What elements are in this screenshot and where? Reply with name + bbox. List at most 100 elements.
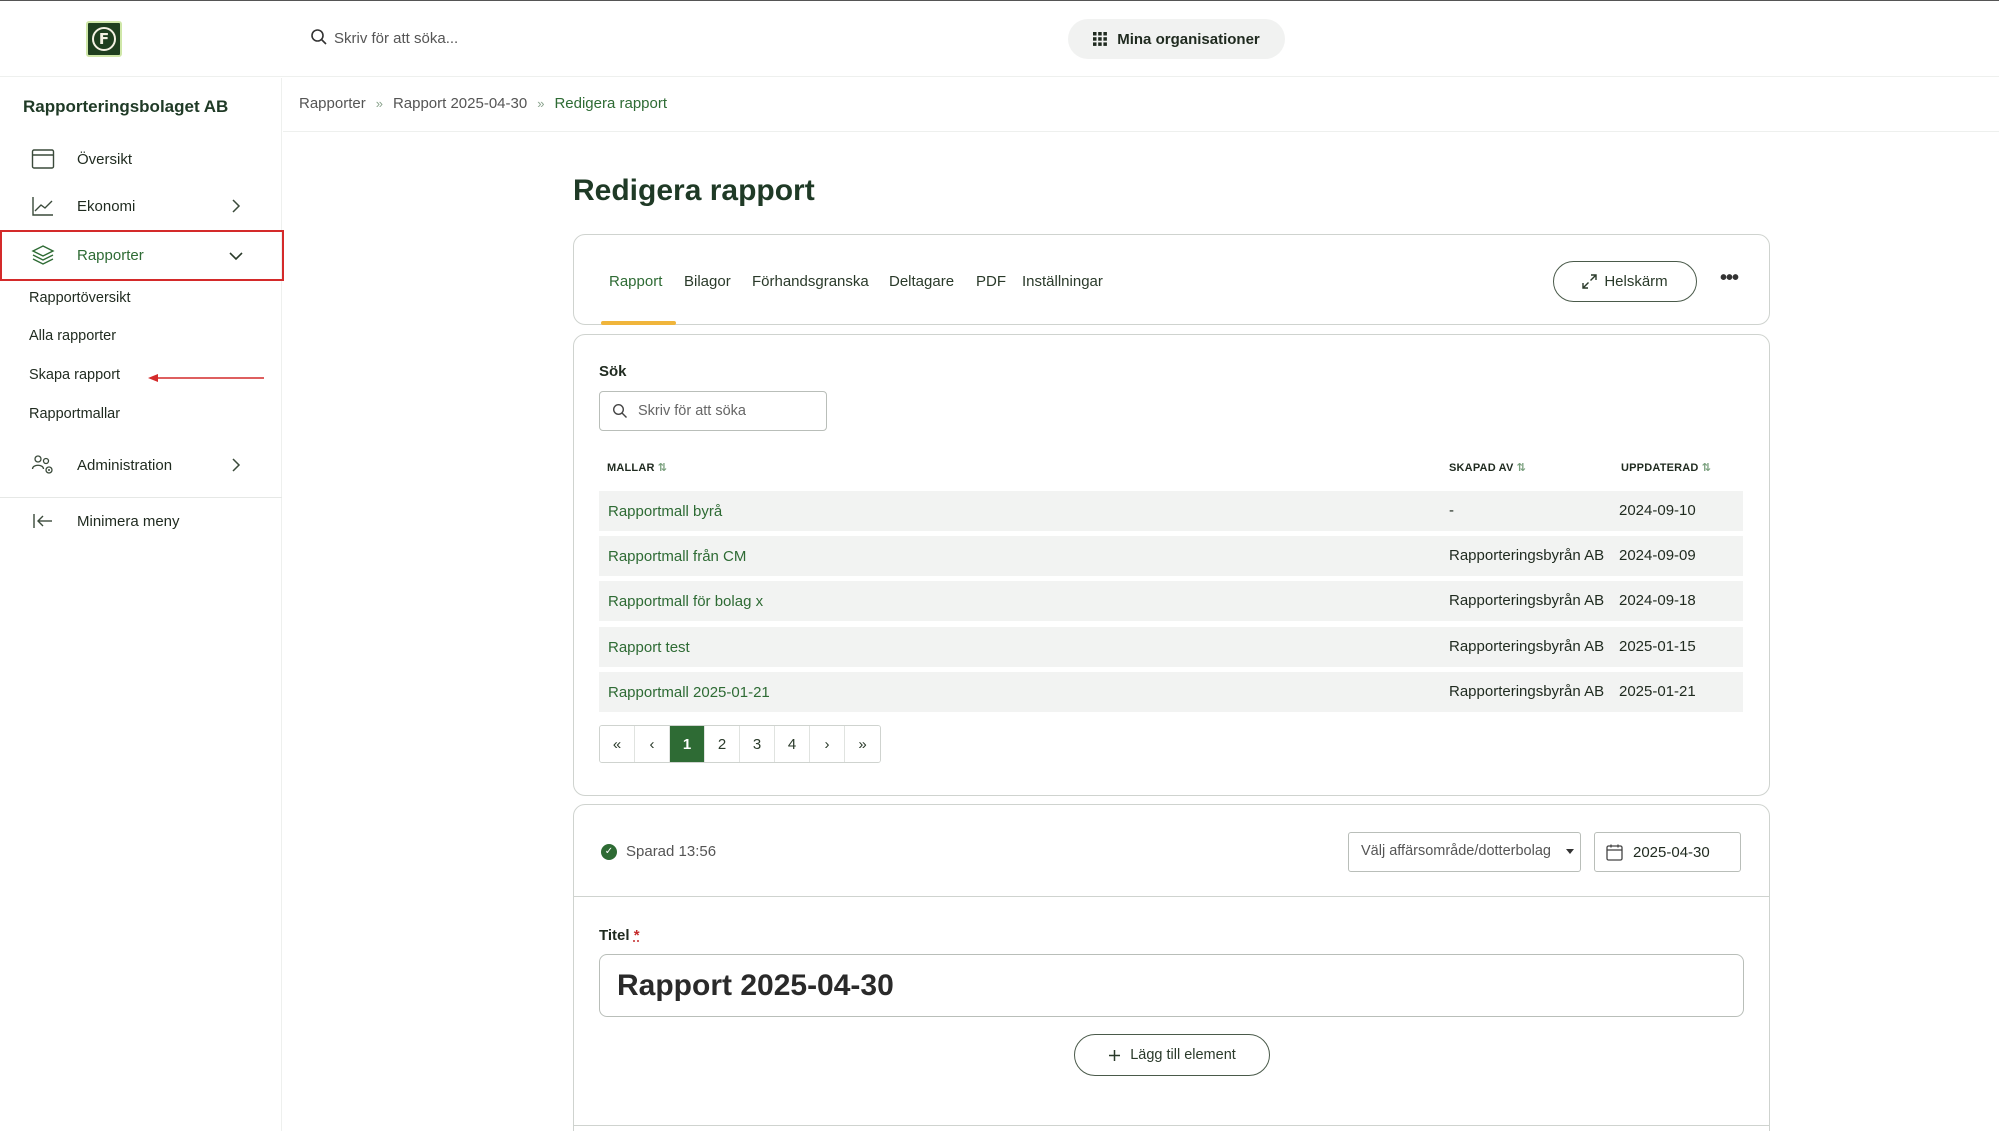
- sidebar-item-label: Ekonomi: [77, 197, 136, 215]
- sidebar-item-label: Administration: [77, 456, 173, 474]
- active-tab-indicator: [601, 321, 676, 325]
- template-created-by: Rapporteringsbyrån AB: [1449, 592, 1605, 609]
- template-updated: 2025-01-15: [1619, 638, 1696, 655]
- page-button-4[interactable]: 4: [775, 726, 810, 762]
- save-status-text: Sparad 13:56: [626, 843, 717, 860]
- sidebar-item-administration[interactable]: Administration: [0, 442, 282, 488]
- breadcrumb-link-rapport[interactable]: Rapport 2025-04-30: [393, 95, 527, 112]
- template-search-input[interactable]: [638, 400, 818, 422]
- expand-icon: [1582, 274, 1598, 289]
- sidebar-subitem-rapportmallar[interactable]: Rapportmallar: [29, 406, 120, 422]
- breadcrumb-link-rapporter[interactable]: Rapporter: [299, 95, 366, 112]
- minimize-menu-button[interactable]: Minimera meny: [0, 498, 282, 544]
- pagination: « ‹ 1 2 3 4 › »: [599, 725, 881, 763]
- page-button-3[interactable]: 3: [740, 726, 775, 762]
- breadcrumb-separator-icon: »: [375, 96, 383, 111]
- search-label: Sök: [599, 363, 627, 380]
- template-name[interactable]: Rapport test: [608, 639, 690, 656]
- breadcrumb-bar: Rapporter » Rapport 2025-04-30 » Rediger…: [283, 78, 1999, 132]
- organisation-name: Rapporteringsbolaget AB: [23, 97, 229, 116]
- report-date-value: 2025-04-30: [1633, 844, 1710, 861]
- template-updated: 2024-09-09: [1619, 547, 1696, 564]
- template-created-by: Rapporteringsbyrån AB: [1449, 638, 1605, 655]
- breadcrumb-current: Redigera rapport: [554, 95, 668, 112]
- title-field-label: Titel *: [599, 927, 640, 944]
- required-marker: *: [633, 927, 640, 944]
- breadcrumb-separator-icon: »: [537, 96, 545, 111]
- plus-icon: [1109, 1049, 1121, 1061]
- fullscreen-button[interactable]: Helskärm: [1553, 261, 1697, 302]
- page-button-2[interactable]: 2: [705, 726, 740, 762]
- previous-page-button[interactable]: ‹: [635, 726, 670, 762]
- sidebar-subitem-rapportoversikt[interactable]: Rapportöversikt: [29, 290, 131, 306]
- template-created-by: Rapporteringsbyrån AB: [1449, 547, 1605, 564]
- table-row[interactable]: Rapportmall byrå - 2024-09-10: [599, 491, 1743, 531]
- dropdown-caret-icon: [1566, 849, 1574, 854]
- page-title: Redigera rapport: [573, 174, 815, 207]
- breadcrumb: Rapporter » Rapport 2025-04-30 » Rediger…: [299, 95, 667, 112]
- column-header-uppdaterad[interactable]: UPPDATERAD ⇅: [1621, 461, 1711, 474]
- my-organisations-button[interactable]: Mina organisationer: [1068, 19, 1285, 59]
- template-name[interactable]: Rapportmall byrå: [608, 503, 722, 520]
- template-search-field[interactable]: [599, 391, 827, 431]
- table-row[interactable]: Rapportmall för bolag x Rapporteringsbyr…: [599, 581, 1743, 621]
- save-status: ✓ Sparad 13:56: [601, 843, 716, 860]
- my-organisations-label: Mina organisationer: [1117, 30, 1260, 48]
- column-header-skapad-av[interactable]: SKAPAD AV ⇅: [1449, 461, 1526, 474]
- tab-forhandsgranska[interactable]: Förhandsgranska: [752, 273, 869, 290]
- sidebar-item-ekonomi[interactable]: Ekonomi: [0, 183, 282, 229]
- check-circle-icon: ✓: [601, 843, 617, 860]
- column-header-mallar[interactable]: MALLAR ⇅: [607, 461, 667, 474]
- app-logo[interactable]: F: [86, 21, 122, 57]
- templates-card: Sök MALLAR⇅ SKAPAD AV⇅ UPPDATERAD⇅ Rappo…: [573, 334, 1770, 796]
- template-name[interactable]: Rapportmall för bolag x: [608, 593, 763, 610]
- tab-installningar[interactable]: Inställningar: [1022, 273, 1103, 290]
- tab-deltagare[interactable]: Deltagare: [889, 273, 954, 290]
- template-updated: 2024-09-10: [1619, 502, 1696, 519]
- add-element-button[interactable]: Lägg till element: [1074, 1034, 1270, 1076]
- report-date-picker[interactable]: 2025-04-30: [1594, 832, 1741, 872]
- next-page-button[interactable]: ›: [810, 726, 845, 762]
- search-icon: [311, 29, 327, 45]
- table-row[interactable]: Rapportmall 2025-01-21 Rapporteringsbyrå…: [599, 672, 1743, 712]
- search-icon: [612, 403, 627, 418]
- sidebar-subitem-skapa-rapport[interactable]: Skapa rapport: [29, 367, 120, 383]
- column-header-label: SKAPAD AV: [1449, 462, 1514, 474]
- chevron-right-icon: [232, 199, 241, 213]
- template-name[interactable]: Rapportmall från CM: [608, 548, 746, 565]
- report-editor-card: ✓ Sparad 13:56 Välj affärsområde/dotterb…: [573, 804, 1770, 1131]
- business-area-select-placeholder: Välj affärsområde/dotterbolag: [1361, 843, 1551, 859]
- logo-letter: F: [92, 27, 116, 51]
- page-button-1[interactable]: 1: [670, 726, 705, 762]
- report-title-input[interactable]: Rapport 2025-04-30: [599, 954, 1744, 1017]
- global-search-input[interactable]: [334, 25, 734, 51]
- sidebar: Rapporteringsbolaget AB Översikt Ekonomi…: [0, 78, 284, 1131]
- sidebar-item-oversikt[interactable]: Översikt: [0, 136, 282, 182]
- first-page-button[interactable]: «: [600, 726, 635, 762]
- business-area-select[interactable]: Välj affärsområde/dotterbolag: [1348, 832, 1581, 872]
- tab-rapport[interactable]: Rapport: [609, 273, 662, 290]
- more-options-button[interactable]: •••: [1714, 263, 1744, 293]
- section-divider: [574, 1125, 1769, 1126]
- table-row[interactable]: Rapportmall från CM Rapporteringsbyrån A…: [599, 536, 1743, 576]
- sidebar-subitem-alla-rapporter[interactable]: Alla rapporter: [29, 328, 116, 344]
- sort-icon: ⇅: [657, 462, 668, 474]
- template-updated: 2025-01-21: [1619, 683, 1696, 700]
- collapse-left-icon: [33, 514, 52, 528]
- minimize-menu-label: Minimera meny: [77, 512, 180, 530]
- fullscreen-label: Helskärm: [1604, 273, 1668, 290]
- template-name[interactable]: Rapportmall 2025-01-21: [608, 684, 770, 701]
- sidebar-item-label: Rapporter: [77, 247, 144, 264]
- table-row[interactable]: Rapport test Rapporteringsbyrån AB 2025-…: [599, 627, 1743, 667]
- template-created-by: -: [1449, 502, 1454, 519]
- tab-pdf[interactable]: PDF: [976, 273, 1006, 290]
- template-updated: 2024-09-18: [1619, 592, 1696, 609]
- sort-icon: ⇅: [1701, 462, 1711, 474]
- chevron-right-icon: [232, 458, 241, 472]
- grid-icon: [1093, 32, 1108, 46]
- chevron-down-icon: [229, 252, 243, 261]
- title-label-text: Titel: [599, 927, 630, 944]
- last-page-button[interactable]: »: [845, 726, 880, 762]
- sidebar-item-rapporter[interactable]: Rapporter: [0, 230, 284, 281]
- tab-bilagor[interactable]: Bilagor: [684, 273, 731, 290]
